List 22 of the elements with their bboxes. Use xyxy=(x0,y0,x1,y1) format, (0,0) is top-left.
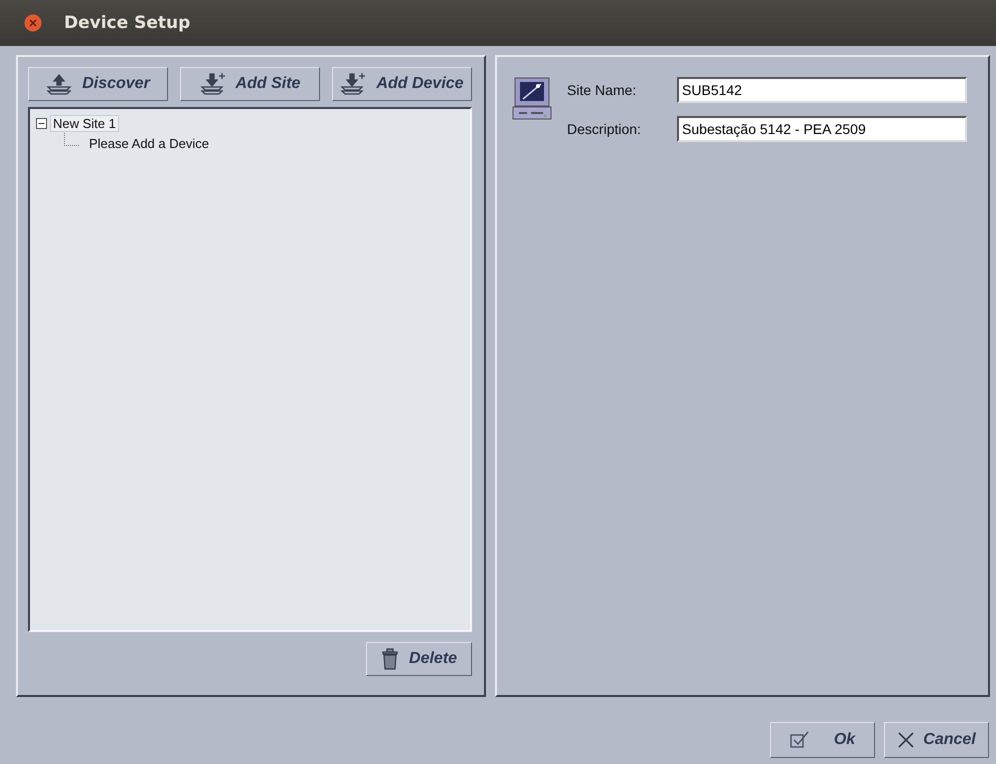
collapse-toggle[interactable] xyxy=(36,118,47,128)
field-label: Site Name: xyxy=(567,82,638,98)
stack-upload-icon xyxy=(46,73,72,95)
input-field[interactable]: Subestação 5142 - PEA 2509 xyxy=(677,116,968,142)
toolbar-button[interactable]: Add Site xyxy=(180,67,320,101)
add-download-icon xyxy=(340,73,366,95)
toolbar-button[interactable]: Add Device xyxy=(332,67,472,101)
tree-node[interactable]: New Site 1 xyxy=(50,114,119,132)
close-icon[interactable] xyxy=(24,14,42,32)
ok-button[interactable]: Ok xyxy=(770,722,875,758)
close-icon xyxy=(897,731,916,749)
trash-icon xyxy=(381,648,400,670)
toolbar-button[interactable]: Discover xyxy=(28,67,168,101)
checkbox-icon xyxy=(790,731,810,749)
add-download-icon xyxy=(200,73,226,95)
input-field[interactable]: SUB5142 xyxy=(677,77,968,103)
computer-icon xyxy=(511,77,554,121)
field-label: Description: xyxy=(567,121,642,137)
cancel-button[interactable]: Cancel xyxy=(884,722,989,758)
delete-button[interactable]: Delete xyxy=(366,642,472,676)
window-title: Device Setup xyxy=(64,13,190,33)
tree-node[interactable]: Please Add a Device xyxy=(86,134,212,152)
